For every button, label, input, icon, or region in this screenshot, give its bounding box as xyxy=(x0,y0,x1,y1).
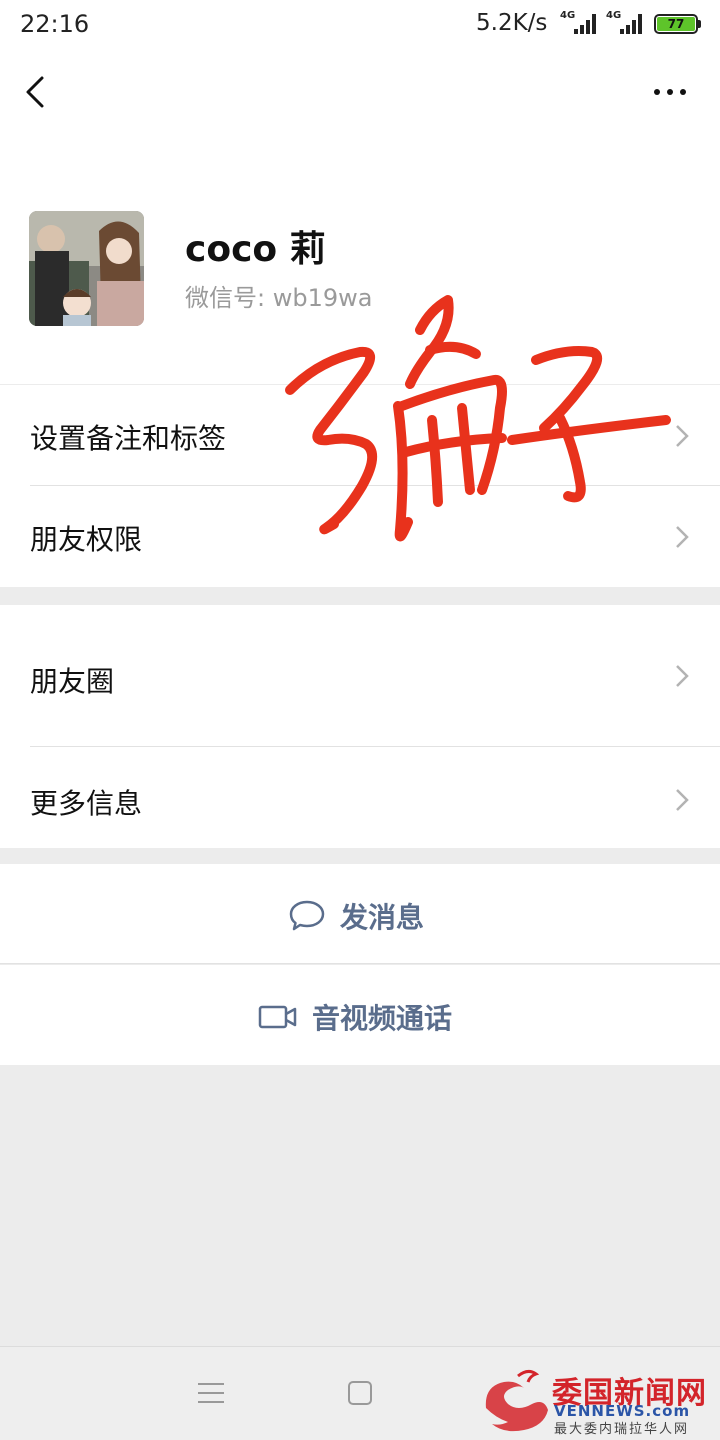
send-message-button[interactable]: 发消息 xyxy=(0,864,720,964)
menu-item-label: 朋友权限 xyxy=(30,523,143,556)
more-dots-icon xyxy=(654,89,660,95)
menu-item-friend-permissions[interactable]: 朋友权限 xyxy=(0,486,720,587)
settings-group: 设置备注和标签 朋友权限 xyxy=(0,385,720,587)
chevron-right-icon xyxy=(676,665,689,687)
menu-item-moments[interactable]: 朋友圈 xyxy=(0,605,720,747)
status-bar: 22:16 5.2K/s 4G 4G 77 xyxy=(0,0,720,50)
signal-icon: 4G xyxy=(560,10,598,36)
menu-item-label: 更多信息 xyxy=(30,787,143,820)
profile-name: coco 莉 xyxy=(185,229,326,270)
chevron-right-icon xyxy=(676,789,689,811)
menu-item-label: 设置备注和标签 xyxy=(30,422,227,455)
home-button[interactable] xyxy=(348,1381,372,1405)
profile-header: coco 莉 微信号: wb19wa xyxy=(0,134,720,384)
recent-apps-button[interactable] xyxy=(198,1381,224,1405)
signal-icon: 4G xyxy=(606,10,644,36)
menu-icon xyxy=(198,1383,224,1385)
back-button[interactable] xyxy=(20,72,60,112)
send-message-label: 发消息 xyxy=(340,901,425,934)
watermark-slogan: 最大委内瑞拉华人网 xyxy=(554,1422,690,1437)
video-call-label: 音视频通话 xyxy=(312,1002,453,1035)
dragon-logo-icon xyxy=(485,1369,548,1432)
chevron-right-icon xyxy=(676,425,689,447)
navigation-bar xyxy=(0,50,720,134)
menu-item-more-info[interactable]: 更多信息 xyxy=(0,747,720,848)
video-call-button[interactable]: 音视频通话 xyxy=(0,965,720,1065)
menu-item-label: 朋友圈 xyxy=(30,665,115,698)
chevron-right-icon xyxy=(676,526,689,548)
avatar-photo xyxy=(29,211,144,326)
chevron-left-icon xyxy=(26,76,44,108)
wechat-id: wb19wa xyxy=(272,284,373,312)
watermark: 委国新闻网 VENNEWS.com 最大委内瑞拉华人网 xyxy=(478,1364,718,1437)
wechat-id-label: 微信号: xyxy=(185,284,266,312)
more-button[interactable] xyxy=(640,72,700,112)
network-type: 4G xyxy=(606,10,622,21)
status-time: 22:16 xyxy=(20,10,90,38)
battery-icon: 77 xyxy=(654,14,701,34)
network-type: 4G xyxy=(560,10,576,21)
battery-level: 77 xyxy=(657,17,695,31)
info-group: 朋友圈 更多信息 xyxy=(0,605,720,848)
wechat-id-row: 微信号: wb19wa xyxy=(185,278,372,313)
network-speed: 5.2K/s xyxy=(476,10,548,36)
video-camera-icon xyxy=(258,1005,297,1029)
avatar[interactable] xyxy=(29,211,144,326)
chat-bubble-icon xyxy=(289,900,325,931)
menu-item-remark-tags[interactable]: 设置备注和标签 xyxy=(0,385,720,486)
